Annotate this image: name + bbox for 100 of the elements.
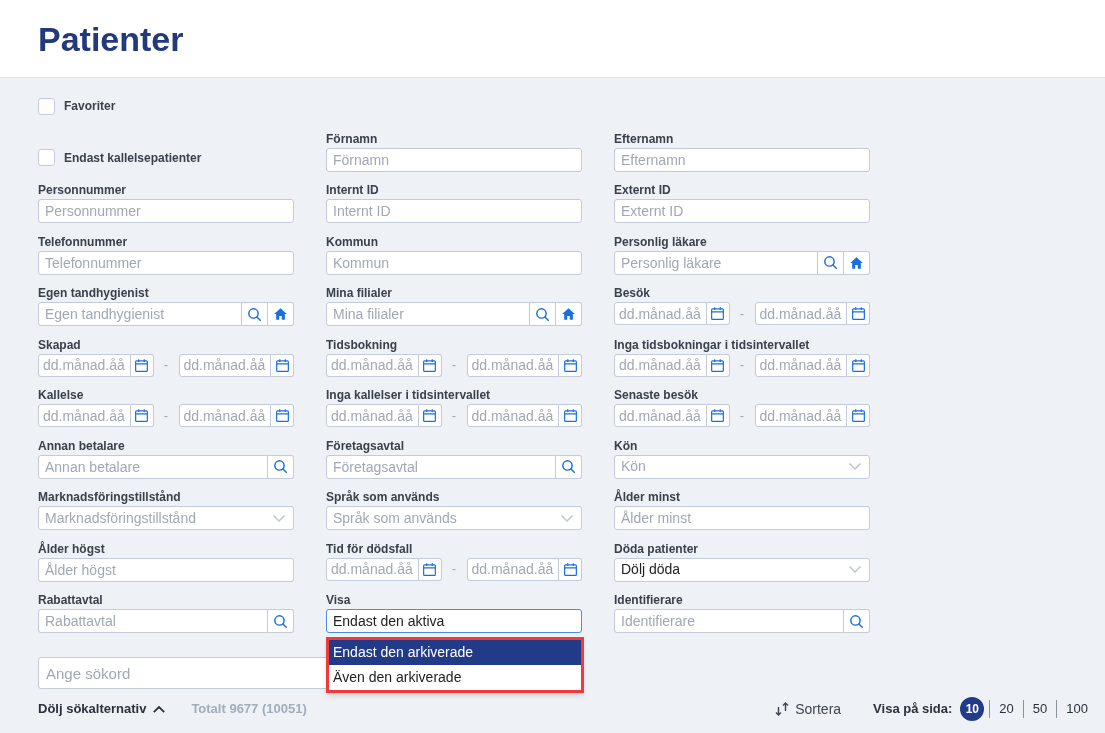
field-label: Ålder minst [614, 489, 681, 505]
calendar-button[interactable] [559, 353, 582, 377]
text-input[interactable]: Externt ID [614, 199, 870, 223]
page-size-option[interactable]: 100 [1062, 697, 1092, 721]
date-input[interactable]: dd.månad.åå [326, 404, 419, 427]
text-input[interactable]: Personnummer [38, 199, 294, 223]
date-input[interactable]: dd.månad.åå [326, 557, 419, 581]
field-label: Kön [614, 437, 639, 454]
search-input[interactable]: Egen tandhygienist [38, 302, 242, 326]
calendar-button[interactable] [847, 404, 870, 427]
field-label: Visa [326, 592, 352, 608]
page-size-option[interactable]: 10 [960, 697, 985, 721]
dropdown-select[interactable]: Endast den aktiva [326, 609, 582, 633]
chevron-down-icon [273, 514, 285, 522]
search-button[interactable] [818, 250, 844, 275]
chevron-down-icon [561, 514, 573, 522]
text-input[interactable]: Telefonnummer [38, 250, 294, 275]
range-dash: - [738, 406, 746, 425]
field-label: Internt ID [326, 182, 380, 198]
date-input[interactable]: dd.månad.åå [178, 404, 271, 427]
field-label: Inga tidsbokningar i tidsintervallet [614, 336, 811, 353]
calendar-button[interactable] [418, 557, 442, 581]
field-label: Personnummer [38, 182, 128, 198]
calendar-icon [423, 562, 436, 576]
search-button[interactable] [556, 454, 582, 479]
dropdown-option[interactable]: Även den arkiverade [329, 665, 581, 690]
sort-button[interactable]: Sortera [775, 698, 842, 720]
calendar-icon [135, 358, 148, 372]
calendar-button[interactable] [706, 404, 730, 427]
date-input[interactable]: dd.månad.åå [754, 404, 847, 427]
date-input[interactable]: dd.månad.åå [614, 353, 707, 377]
text-input[interactable]: Ålder högst [38, 557, 294, 582]
date-input[interactable]: dd.månad.åå [326, 353, 419, 377]
field-label: Egen tandhygienist [38, 285, 150, 301]
date-input[interactable]: dd.månad.åå [38, 404, 131, 427]
home-button[interactable] [268, 302, 294, 326]
search-button[interactable] [268, 454, 294, 479]
dropdown-select[interactable]: Dölj döda [614, 557, 870, 582]
field-label: Efternamn [614, 130, 675, 147]
text-input[interactable]: Kommun [326, 250, 582, 275]
field-label: Tidsbokning [326, 336, 399, 353]
hide-options-toggle[interactable]: Dölj sökalternativ [38, 699, 166, 719]
date-input[interactable]: dd.månad.åå [466, 557, 559, 581]
calendar-button[interactable] [271, 404, 294, 427]
search-button[interactable] [242, 302, 268, 326]
search-button[interactable] [268, 609, 294, 633]
dropdown-option[interactable]: Endast den arkiverade [329, 640, 581, 665]
calendar-button[interactable] [418, 353, 442, 377]
field-label: Mina filialer [326, 285, 394, 301]
page-size-option[interactable]: 20 [995, 697, 1018, 721]
checkbox[interactable] [38, 149, 55, 166]
home-button[interactable] [844, 250, 870, 275]
calendar-button[interactable] [418, 404, 442, 427]
calendar-button[interactable] [271, 353, 294, 377]
search-input[interactable]: Personlig läkare [614, 250, 818, 275]
calendar-button[interactable] [847, 302, 870, 325]
calendar-icon [135, 409, 148, 422]
date-input[interactable]: dd.månad.åå [754, 302, 847, 325]
field-label: Externt ID [614, 182, 672, 198]
field-label: Rabattavtal [38, 592, 104, 608]
search-button[interactable] [530, 302, 556, 326]
date-input[interactable]: dd.månad.åå [466, 404, 559, 427]
calendar-icon [711, 409, 724, 422]
search-input[interactable]: Mina filialer [326, 302, 530, 326]
search-input[interactable]: Rabattavtal [38, 609, 268, 633]
search-input[interactable]: Företagsavtal [326, 454, 556, 479]
text-input[interactable]: Efternamn [614, 147, 870, 172]
search-button[interactable] [844, 609, 870, 633]
field-label: Förnamn [326, 130, 379, 147]
field-label: Identifierare [614, 592, 684, 608]
search-icon [274, 460, 287, 473]
date-input[interactable]: dd.månad.åå [178, 353, 271, 377]
page-size-option[interactable]: 50 [1028, 697, 1052, 721]
date-input[interactable]: dd.månad.åå [38, 353, 131, 377]
search-input[interactable]: Annan betalare [38, 454, 268, 479]
date-input[interactable]: dd.månad.åå [614, 302, 707, 325]
date-input[interactable]: dd.månad.åå [614, 404, 707, 427]
date-input[interactable]: dd.månad.åå [754, 353, 847, 377]
checkbox[interactable] [38, 97, 55, 115]
search-icon [824, 256, 837, 269]
calendar-icon [711, 307, 724, 320]
calendar-button[interactable] [847, 353, 870, 377]
text-input[interactable]: Förnamn [326, 147, 582, 172]
text-input[interactable]: Internt ID [326, 199, 582, 223]
field-label: Besök [614, 285, 652, 301]
field-label: Kallelse [38, 387, 85, 403]
field-label: Telefonnummer [38, 233, 129, 250]
range-dash: - [450, 406, 458, 425]
field-label: Skapad [38, 336, 82, 353]
home-button[interactable] [556, 302, 582, 326]
sort-arrows-icon [775, 702, 790, 716]
search-input[interactable]: Identifierare [614, 609, 844, 633]
calendar-button[interactable] [559, 404, 582, 427]
calendar-button[interactable] [130, 353, 154, 377]
date-input[interactable]: dd.månad.åå [466, 353, 559, 377]
text-input[interactable]: Ålder minst [614, 506, 870, 530]
calendar-button[interactable] [706, 353, 730, 377]
calendar-button[interactable] [130, 404, 154, 427]
calendar-button[interactable] [706, 302, 730, 325]
calendar-button[interactable] [559, 557, 582, 581]
